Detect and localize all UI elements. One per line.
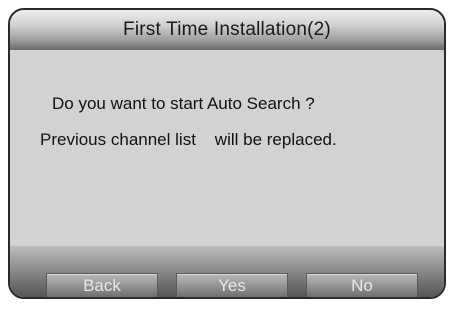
yes-button-label: Yes	[218, 275, 246, 295]
auto-search-question: Do you want to start Auto Search ?	[52, 94, 315, 113]
dialog-button-bar: Back Yes No	[10, 246, 444, 297]
yes-button[interactable]: Yes	[176, 273, 288, 297]
channel-list-warning: Previous channel list will be replaced.	[40, 130, 337, 149]
dialog-title: First Time Installation(2)	[123, 19, 331, 40]
back-button[interactable]: Back	[46, 273, 158, 297]
no-button[interactable]: No	[306, 273, 418, 297]
dialog-title-bar: First Time Installation(2)	[10, 10, 444, 50]
dialog-body: Do you want to start Auto Search ? Previ…	[10, 50, 444, 246]
no-button-label: No	[351, 275, 373, 295]
installation-dialog: First Time Installation(2) Do you want t…	[8, 8, 446, 299]
back-button-label: Back	[83, 275, 121, 295]
